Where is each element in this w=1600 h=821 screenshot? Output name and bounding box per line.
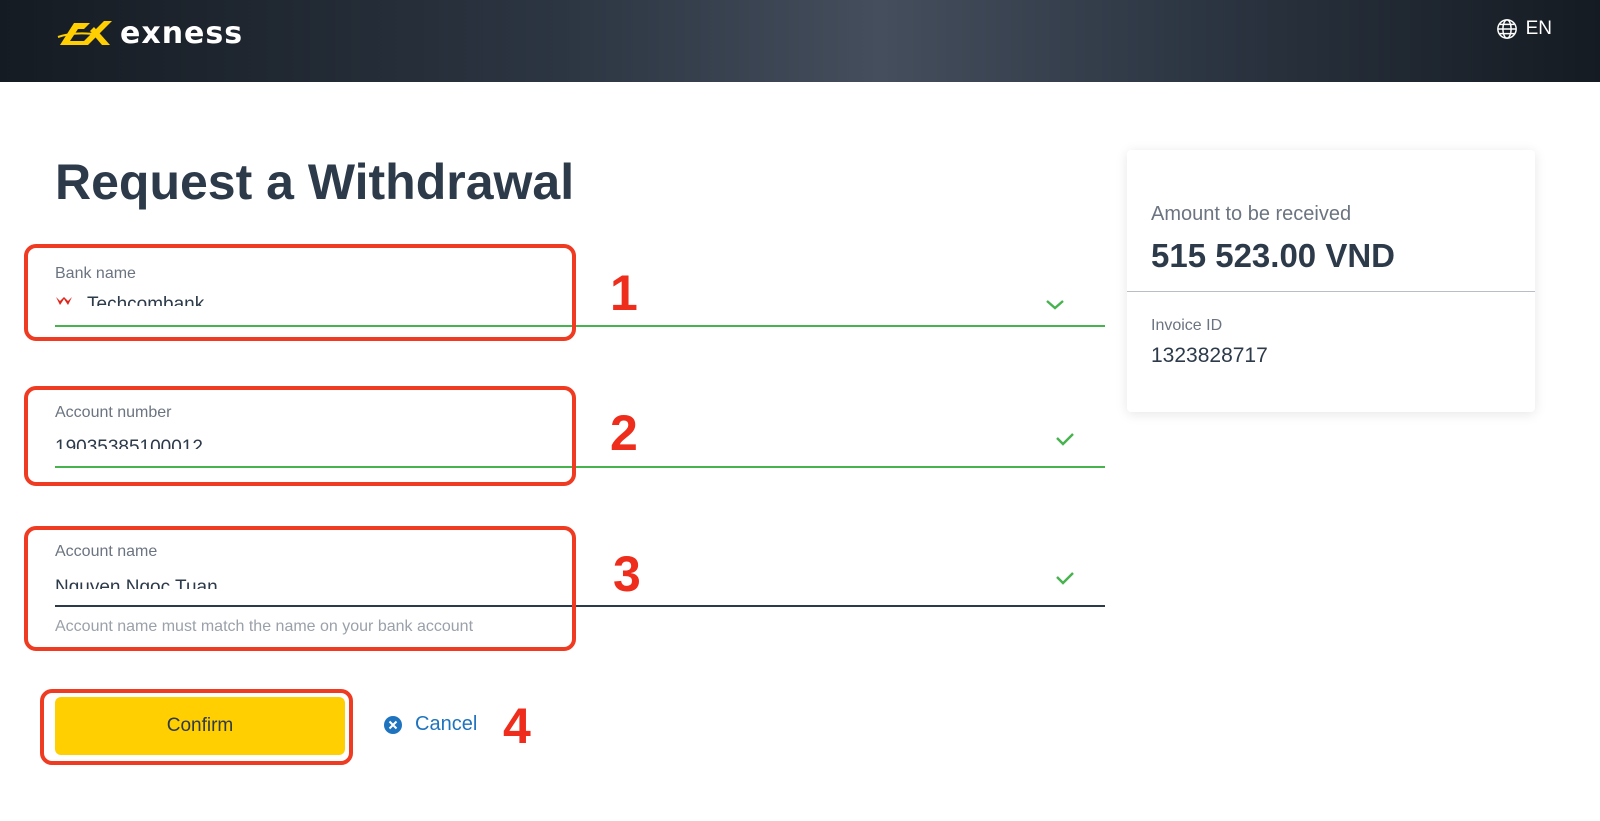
close-circle-icon bbox=[384, 715, 402, 734]
amount-value: 515 523.00 VND bbox=[1151, 237, 1396, 274]
step-highlight-3 bbox=[24, 526, 576, 651]
invoice-value: 1323828717 bbox=[1151, 344, 1268, 367]
brand-logo[interactable]: exness bbox=[56, 14, 243, 54]
check-icon bbox=[1056, 572, 1074, 585]
language-selector[interactable]: EN bbox=[1496, 16, 1552, 42]
confirm-button[interactable]: Confirm bbox=[55, 697, 345, 755]
brand-name: exness bbox=[120, 16, 244, 51]
exness-logo-icon bbox=[57, 21, 112, 45]
globe-icon bbox=[1496, 19, 1517, 39]
step-number-2: 2 bbox=[610, 405, 638, 461]
amount-label: Amount to be received bbox=[1151, 203, 1352, 225]
summary-divider bbox=[1127, 291, 1535, 292]
step-number-1: 1 bbox=[610, 265, 638, 321]
step-number-4: 4 bbox=[503, 698, 531, 754]
page-title: Request a Withdrawal bbox=[55, 154, 575, 210]
step-highlight-1 bbox=[24, 244, 576, 341]
step-highlight-2 bbox=[24, 386, 576, 486]
cancel-button[interactable]: Cancel bbox=[383, 713, 477, 736]
step-number-3: 3 bbox=[613, 546, 641, 602]
top-bar: exness EN bbox=[0, 0, 1600, 82]
summary-card: Amount to be received 515 523.00 VND Inv… bbox=[1127, 150, 1535, 412]
invoice-label: Invoice ID bbox=[1151, 317, 1223, 334]
check-icon bbox=[1056, 433, 1074, 446]
language-label: EN bbox=[1525, 18, 1552, 39]
cancel-label: Cancel bbox=[415, 713, 478, 735]
check-icon bbox=[1046, 300, 1064, 310]
